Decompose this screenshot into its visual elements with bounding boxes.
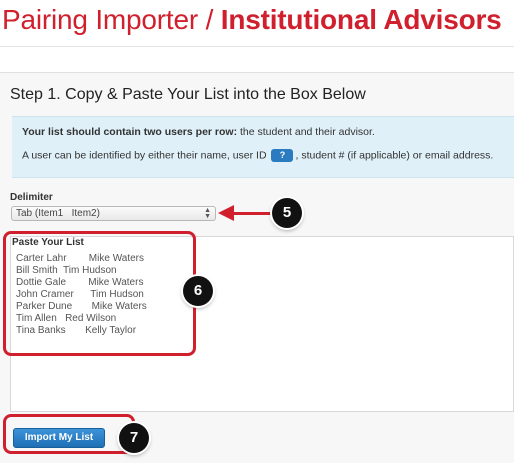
info-box: Your list should contain two users per r… [12, 116, 514, 178]
info-line-2: A user can be identified by either their… [22, 149, 493, 162]
info-line-2-before: A user can be identified by either their… [22, 149, 267, 162]
title-bar: Pairing Importer / Institutional Advisor… [0, 0, 514, 46]
delimiter-selected-value: Tab (Item1 Item2) [16, 208, 100, 219]
page-title: Pairing Importer / Institutional Advisor… [2, 4, 502, 36]
info-strong: Your list should contain two users per r… [22, 126, 238, 138]
info-line-1: Your list should contain two users per r… [22, 126, 375, 138]
title-emphasis: Institutional Advisors [220, 4, 502, 35]
callout-arrow-shaft [232, 212, 274, 215]
delimiter-label: Delimiter [10, 192, 53, 203]
title-prefix: Pairing Importer / [2, 4, 221, 35]
title-divider [0, 46, 514, 47]
select-arrows-icon: ▲ ▼ [204, 207, 211, 220]
delimiter-select[interactable]: Tab (Item1 Item2) ▲ ▼ [11, 206, 216, 221]
callout-badge-6: 6 [183, 276, 213, 306]
callout-badge-7: 7 [119, 423, 149, 453]
import-my-list-button[interactable]: Import My List [13, 428, 105, 448]
info-rest: the student and their advisor. [237, 126, 375, 138]
step-heading: Step 1. Copy & Paste Your List into the … [10, 86, 366, 103]
paste-list-highlight [3, 231, 196, 356]
callout-badge-5: 5 [272, 198, 302, 228]
info-line-2-after: , student # (if applicable) or email add… [295, 149, 494, 162]
help-icon[interactable]: ? [271, 149, 294, 162]
